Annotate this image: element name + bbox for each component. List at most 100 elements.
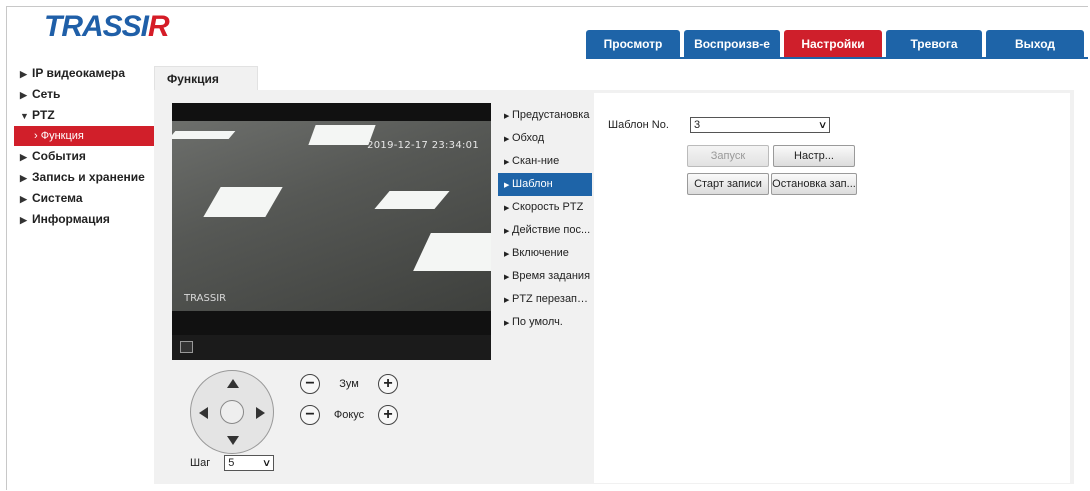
bullet-arrow-icon: ▶ <box>504 205 510 212</box>
bullet-arrow-icon: ▶ <box>504 113 510 120</box>
arrow-up-icon[interactable] <box>227 379 239 388</box>
ceiling-light <box>374 191 450 209</box>
ceiling-light <box>172 131 236 139</box>
function-item-default[interactable]: ▶ По умолч. <box>498 311 592 334</box>
chevron-right-icon: › <box>34 130 38 142</box>
sidebar-item-label: IP видеокамера <box>32 66 126 80</box>
bullet-arrow-icon: ▶ <box>504 182 510 189</box>
collapsed-arrow-icon: ▶ <box>20 69 27 79</box>
tab-logout[interactable]: Выход <box>986 30 1084 57</box>
step-control: Шаг 5 ∨ <box>190 455 275 471</box>
video-watermark: TRASSIR <box>184 293 227 304</box>
tab-playback[interactable]: Воспроизв-е <box>684 30 780 57</box>
start-record-button[interactable]: Старт записи <box>687 173 769 195</box>
bullet-arrow-icon: ▶ <box>504 136 510 143</box>
sidebar-item-information[interactable]: ▶ Информация <box>14 209 154 230</box>
function-item-label: Скан-ние <box>512 155 560 167</box>
ceiling-light <box>308 125 376 145</box>
zoom-focus-controls: − Зум + − Фокус + <box>300 370 400 432</box>
function-item-label: По умолч. <box>512 316 563 328</box>
function-item-preset[interactable]: ▶ Предустановка <box>498 104 592 127</box>
sidebar-item-label: Система <box>32 191 83 205</box>
sidebar-item-system[interactable]: ▶ Система <box>14 188 154 209</box>
function-item-scan[interactable]: ▶ Скан-ние <box>498 150 592 173</box>
function-item-label: Действие пос... <box>512 224 591 236</box>
trassir-logo: TRASSIR <box>44 10 170 44</box>
function-item-tour[interactable]: ▶ Обход <box>498 127 592 150</box>
step-label: Шаг <box>190 457 211 469</box>
logo-text: TRASSI <box>44 10 149 43</box>
stop-record-button[interactable]: Остановка зап... <box>771 173 857 195</box>
pattern-number-value: 3 <box>694 119 701 131</box>
sidebar-item-label: PTZ <box>32 108 55 122</box>
content-body: 2019-12-17 23:34:01 TRASSIR − Зум + − Фо… <box>154 90 1074 484</box>
ptz-direction-pad <box>190 370 274 454</box>
function-item-label: Скорость PTZ <box>512 201 584 213</box>
function-item-ptz-speed[interactable]: ▶ Скорость PTZ <box>498 196 592 219</box>
pattern-number-label: Шаблон No. <box>608 119 669 131</box>
ceiling-light <box>413 233 491 271</box>
sidebar-item-recording-storage[interactable]: ▶ Запись и хранение <box>14 167 154 188</box>
function-item-power-up[interactable]: ▶ Включение <box>498 242 592 265</box>
tab-alarm[interactable]: Тревога <box>886 30 982 57</box>
content-tab-strip: Функция <box>154 66 1074 90</box>
top-navigation: Просмотр Воспроизв-е Настройки Тревога В… <box>586 30 1084 57</box>
pattern-number-select[interactable]: 3 ∨ <box>690 117 830 133</box>
sidebar-item-label: Сеть <box>32 87 61 101</box>
function-item-label: Обход <box>512 132 545 144</box>
setup-button[interactable]: Настр... <box>773 145 855 167</box>
nav-underline <box>586 57 1088 59</box>
arrow-right-icon[interactable] <box>256 407 265 419</box>
tab-function[interactable]: Функция <box>154 66 258 90</box>
function-item-label: PTZ перезапуск <box>512 293 592 305</box>
ptz-function-list: ▶ Предустановка ▶ Обход ▶ Скан-ние ▶ Шаблон … <box>498 104 592 334</box>
function-item-idle-motion[interactable]: ▶ Действие пос... <box>498 219 592 242</box>
fullscreen-icon[interactable] <box>180 341 193 353</box>
arrow-left-icon[interactable] <box>199 407 208 419</box>
collapsed-arrow-icon: ▶ <box>20 194 27 204</box>
sidebar-item-label: Запись и хранение <box>32 170 145 184</box>
expanded-arrow-icon: ▼ <box>20 111 29 121</box>
step-value: 5 <box>228 457 235 469</box>
function-item-label: Время задания <box>512 270 591 282</box>
sidebar-item-ptz[interactable]: ▼ PTZ <box>14 105 154 126</box>
arrow-down-icon[interactable] <box>227 436 239 445</box>
ceiling-light <box>203 187 283 217</box>
zoom-row: − Зум + <box>300 370 400 398</box>
focus-minus-button[interactable]: − <box>300 405 320 425</box>
video-preview: 2019-12-17 23:34:01 TRASSIR <box>172 103 491 360</box>
sidebar-item-network[interactable]: ▶ Сеть <box>14 84 154 105</box>
sidebar-item-ip-camera[interactable]: ▶ IP видеокамера <box>14 63 154 84</box>
video-timestamp: 2019-12-17 23:34:01 <box>367 140 479 151</box>
bullet-arrow-icon: ▶ <box>504 274 510 281</box>
step-select[interactable]: 5 ∨ <box>224 455 275 471</box>
sidebar-item-label: События <box>32 149 86 163</box>
collapsed-arrow-icon: ▶ <box>20 173 27 183</box>
tab-settings[interactable]: Настройки <box>784 30 882 57</box>
sidebar: ▶ IP видеокамера ▶ Сеть ▼ PTZ › Функция ▶ Со… <box>14 63 154 230</box>
collapsed-arrow-icon: ▶ <box>20 90 27 100</box>
sidebar-item-events[interactable]: ▶ События <box>14 146 154 167</box>
video-control-bar <box>172 335 491 360</box>
chevron-down-icon: ∨ <box>261 457 272 469</box>
start-button[interactable]: Запуск <box>687 145 769 167</box>
sidebar-subitem-function[interactable]: › Функция <box>14 126 154 146</box>
logo-accent: R <box>148 10 170 43</box>
zoom-label: Зум <box>339 378 359 390</box>
function-item-time-task[interactable]: ▶ Время задания <box>498 265 592 288</box>
bullet-arrow-icon: ▶ <box>504 320 510 327</box>
zoom-out-button[interactable]: − <box>300 374 320 394</box>
sidebar-item-label: Информация <box>32 212 110 226</box>
zoom-in-button[interactable]: + <box>378 374 398 394</box>
function-item-label: Включение <box>512 247 569 259</box>
focus-plus-button[interactable]: + <box>378 405 398 425</box>
ptz-center-button[interactable] <box>220 400 244 424</box>
collapsed-arrow-icon: ▶ <box>20 152 27 162</box>
content-area: Функция 2019-12-17 23:34:01 TRASSIR − Зу… <box>154 66 1074 484</box>
function-item-pattern[interactable]: ▶ Шаблон <box>498 173 592 196</box>
function-item-ptz-restart[interactable]: ▶ PTZ перезапуск <box>498 288 592 311</box>
focus-label: Фокус <box>333 409 365 421</box>
tab-live-view[interactable]: Просмотр <box>586 30 680 57</box>
collapsed-arrow-icon: ▶ <box>20 215 27 225</box>
bullet-arrow-icon: ▶ <box>504 297 510 304</box>
